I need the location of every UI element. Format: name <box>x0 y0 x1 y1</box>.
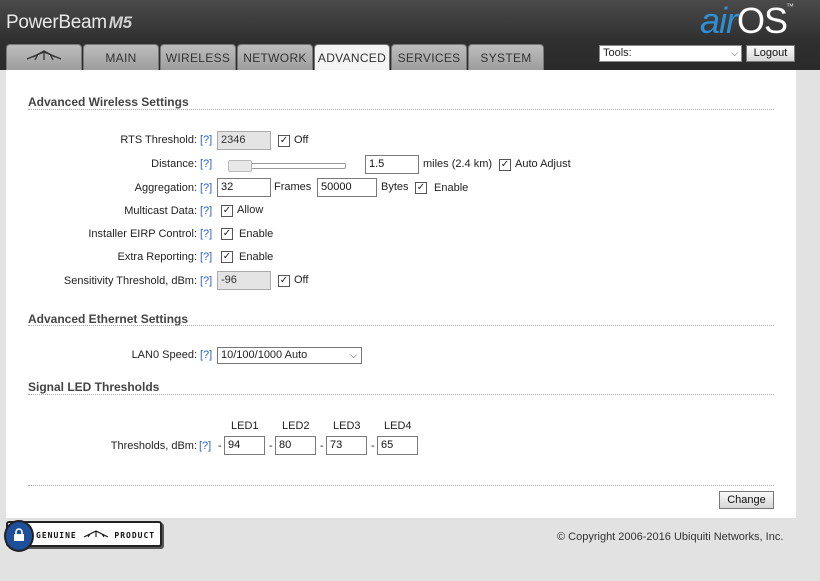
distance-slider-handle[interactable] <box>228 160 252 172</box>
badge-text-right: PRODUCT <box>114 531 156 540</box>
lan0-speed-label: LAN0 Speed: <box>131 349 197 361</box>
brand-model: M5 <box>108 13 132 32</box>
sensitivity-input[interactable]: -96 <box>217 271 271 290</box>
auto-adjust-checkbox[interactable]: ✓ <box>499 159 511 171</box>
extra-reporting-checkbox[interactable]: ✓ <box>221 251 233 263</box>
multicast-allow-checkbox[interactable]: ✓ <box>221 205 233 217</box>
rts-help-link[interactable]: [?] <box>200 134 212 146</box>
aggregation-enable-checkbox[interactable]: ✓ <box>415 182 427 194</box>
distance-label: Distance: <box>151 158 197 170</box>
aggregation-bytes-input[interactable]: 50000 <box>317 178 377 197</box>
led1-dash: - <box>218 440 222 452</box>
thresholds-label: Thresholds, dBm: <box>110 440 197 452</box>
led3-input[interactable]: 73 <box>326 436 367 455</box>
led2-header: LED2 <box>282 420 310 432</box>
led4-dash: - <box>371 440 375 452</box>
sensitivity-label: Sensitivity Threshold, dBm: <box>63 275 197 287</box>
sensitivity-off-checkbox[interactable]: ✓ <box>278 275 290 287</box>
brand-name: PowerBeam <box>6 12 107 33</box>
led4-header: LED4 <box>384 420 412 432</box>
eirp-label: Installer EIRP Control: <box>88 228 197 240</box>
ethernet-divider <box>28 325 774 326</box>
auto-adjust-label: Auto Adjust <box>515 158 571 170</box>
multicast-label: Multicast Data: <box>124 205 197 217</box>
lan0-speed-value: 10/100/1000 Auto <box>221 349 308 361</box>
eirp-help-link[interactable]: [?] <box>200 228 212 240</box>
wireless-section-title: Advanced Wireless Settings <box>28 95 189 109</box>
badge-text: GENUINE PRODUCT <box>36 529 155 540</box>
genuine-product-badge: GENUINE PRODUCT <box>4 520 162 552</box>
distance-help-link[interactable]: [?] <box>200 158 212 170</box>
lock-icon <box>4 520 34 552</box>
rts-threshold-input[interactable]: 2346 <box>217 131 271 150</box>
ubiquiti-mini-logo-icon <box>83 530 108 538</box>
logout-button[interactable]: Logout <box>746 45 795 62</box>
tools-selected: Tools: <box>603 47 632 59</box>
product-brand: PowerBeam M5 <box>6 12 132 34</box>
multicast-help-link[interactable]: [?] <box>200 205 212 217</box>
led4-input[interactable]: 65 <box>377 436 418 455</box>
distance-input[interactable]: 1.5 <box>365 155 419 174</box>
led3-header: LED3 <box>333 420 361 432</box>
settings-panel: Advanced Wireless Settings RTS Threshold… <box>6 70 796 518</box>
header-bar: PowerBeam M5 airOS ™ MAIN WIRELESS NETWORK… <box>0 0 820 71</box>
led2-dash: - <box>269 440 273 452</box>
aggregation-frames-input[interactable]: 32 <box>217 178 271 197</box>
tab-network[interactable]: NETWORK <box>237 44 313 70</box>
thresholds-help-link[interactable]: [?] <box>199 440 211 452</box>
copyright-text: © Copyright 2006-2016 Ubiquiti Networks,… <box>557 531 784 543</box>
ethernet-section-title: Advanced Ethernet Settings <box>28 312 189 326</box>
ubiquiti-logo-icon <box>25 49 63 66</box>
lan0-help-link[interactable]: [?] <box>200 349 212 361</box>
sensitivity-off-label: Off <box>294 274 309 286</box>
bytes-label: Bytes <box>381 181 409 193</box>
tab-services[interactable]: SERVICES <box>391 44 467 70</box>
rts-threshold-label: RTS Threshold: <box>120 134 197 146</box>
bottom-divider <box>28 485 774 486</box>
frames-label: Frames <box>274 181 312 193</box>
extra-reporting-help-link[interactable]: [?] <box>200 251 212 263</box>
extra-reporting-label: Extra Reporting: <box>117 251 197 263</box>
chevron-down-icon: ⌵ <box>731 48 738 58</box>
led-divider <box>28 394 774 395</box>
badge-text-left: GENUINE <box>36 531 77 540</box>
led-section-title: Signal LED Thresholds <box>28 380 160 394</box>
logo-trademark: ™ <box>786 2 794 11</box>
eirp-enable-checkbox[interactable]: ✓ <box>221 228 233 240</box>
sensitivity-help-link[interactable]: [?] <box>200 275 212 287</box>
tab-ubiquiti-logo[interactable] <box>6 44 82 70</box>
lan0-speed-select[interactable]: 10/100/1000 Auto ⌵ <box>217 347 362 364</box>
logo-os: OS <box>737 0 788 41</box>
led1-header: LED1 <box>231 420 259 432</box>
eirp-enable-label: Enable <box>239 228 274 240</box>
tab-advanced[interactable]: ADVANCED <box>314 44 390 71</box>
airos-logo: airOS ™ <box>700 0 794 42</box>
aggregation-label: Aggregation: <box>134 182 197 194</box>
change-button[interactable]: Change <box>719 491 774 509</box>
extra-reporting-enable-label: Enable <box>239 251 274 263</box>
led1-input[interactable]: 94 <box>224 436 265 455</box>
distance-unit: miles (2.4 km) <box>423 158 493 170</box>
rts-off-checkbox[interactable]: ✓ <box>278 135 290 147</box>
tab-wireless[interactable]: WIRELESS <box>160 44 236 70</box>
aggregation-help-link[interactable]: [?] <box>200 182 212 194</box>
wireless-divider <box>28 109 774 110</box>
tab-system[interactable]: SYSTEM <box>468 44 544 70</box>
tab-main[interactable]: MAIN <box>83 44 159 70</box>
led3-dash: - <box>320 440 324 452</box>
rts-off-label: Off <box>294 134 309 146</box>
chevron-down-icon: ⌵ <box>350 350 357 360</box>
led2-input[interactable]: 80 <box>275 436 316 455</box>
tools-select[interactable]: Tools: ⌵ <box>599 45 742 62</box>
multicast-allow-label: Allow <box>237 204 264 216</box>
logo-air: air <box>700 0 738 41</box>
aggregation-enable-label: Enable <box>434 182 469 194</box>
